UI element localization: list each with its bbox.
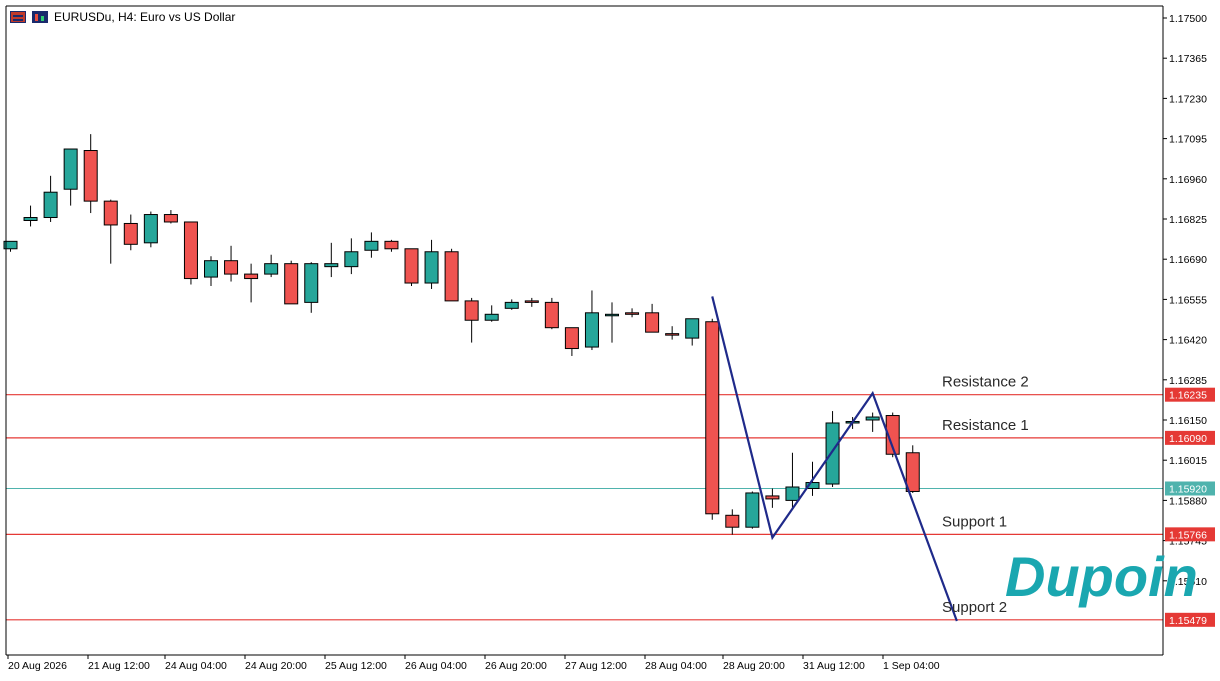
- candle-body: [725, 514, 740, 528]
- level-price-tag-0-text: 1.16235: [1169, 390, 1207, 402]
- candle-body: [103, 200, 118, 226]
- y-tick-label: 1.17230: [1169, 93, 1207, 105]
- y-tick-label: 1.17095: [1169, 134, 1207, 146]
- y-tick-label: 1.15880: [1169, 495, 1207, 507]
- candle-body: [685, 318, 700, 339]
- chart-area[interactable]: Resistance 2 Resistance 1 Support 1 Support…: [0, 0, 1220, 676]
- x-tick-label: 21 Aug 12:00: [88, 660, 150, 672]
- candle[interactable]: [404, 248, 419, 286]
- candle-body: [43, 191, 58, 219]
- candlestick-chart[interactable]: Resistance 2 Resistance 1 Support 1 Support…: [0, 0, 1220, 676]
- chart-menu-icon[interactable]: [10, 11, 26, 23]
- y-tick-label: 1.16690: [1169, 254, 1207, 266]
- candle[interactable]: [284, 260, 299, 305]
- candle-body: [484, 313, 499, 321]
- candle[interactable]: [544, 297, 559, 330]
- y-tick-label: 1.16555: [1169, 294, 1207, 306]
- x-tick-label: 28 Aug 20:00: [723, 660, 785, 672]
- candle-body: [645, 312, 660, 333]
- candle-body: [364, 240, 379, 251]
- candle-body: [765, 495, 780, 500]
- candle[interactable]: [745, 491, 760, 529]
- current-price-tag: 1.15920: [1165, 481, 1215, 496]
- x-tick-label: 26 Aug 04:00: [405, 660, 467, 672]
- candle[interactable]: [905, 445, 920, 493]
- candle-body: [204, 260, 218, 278]
- x-tick-label: 1 Sep 04:00: [883, 660, 940, 672]
- level-label-0: Resistance 2: [942, 374, 1029, 391]
- x-tick-label: 25 Aug 12:00: [325, 660, 387, 672]
- candle[interactable]: [705, 318, 720, 520]
- level-price-tag-3: 1.15479: [1165, 612, 1215, 627]
- candle-body: [224, 260, 239, 275]
- candle-body: [123, 222, 138, 245]
- level-price-tag-2-text: 1.15766: [1169, 529, 1207, 541]
- candle[interactable]: [183, 221, 198, 285]
- level-price-tag-1-text: 1.16090: [1169, 433, 1207, 445]
- candle-body: [605, 313, 619, 317]
- y-tick-label: 1.17500: [1169, 13, 1207, 25]
- candle-body: [524, 300, 539, 303]
- candle-body: [625, 312, 640, 315]
- candle-body: [705, 321, 720, 515]
- candle-body: [83, 150, 98, 202]
- candle-body: [564, 327, 579, 350]
- candle-body: [244, 273, 259, 280]
- level-price-tag-1: 1.16090: [1165, 430, 1215, 445]
- candle-body: [865, 416, 880, 421]
- candle-body: [905, 452, 920, 492]
- candle-body: [284, 263, 299, 305]
- candle-body: [825, 422, 840, 485]
- y-tick-label: 1.17365: [1169, 53, 1207, 65]
- candle-body: [304, 263, 319, 303]
- y-tick-label: 1.16825: [1169, 214, 1207, 226]
- level-price-tag-0: 1.16235: [1165, 387, 1215, 402]
- candle-body: [183, 221, 198, 280]
- candle-body: [344, 251, 359, 268]
- candle-body: [63, 148, 78, 190]
- chart-title-bar: EURUSDu, H4: Euro vs US Dollar: [10, 8, 235, 26]
- y-tick-label: 1.16015: [1169, 455, 1207, 467]
- candle-body: [264, 263, 279, 275]
- candle-body: [23, 217, 38, 221]
- y-tick-label: 1.16960: [1169, 174, 1207, 186]
- dupoin-logo: Dupoin: [1005, 545, 1198, 608]
- x-tick-label: 26 Aug 20:00: [485, 660, 547, 672]
- y-tick-label: 1.16420: [1169, 335, 1207, 347]
- level-label-1: Resistance 1: [942, 417, 1029, 434]
- candle[interactable]: [143, 211, 158, 248]
- candle-body: [384, 240, 399, 250]
- price-axis: 1.17500 1.17365 1.17230 1.17095 1.16960 1.168…: [1163, 13, 1207, 588]
- candle-body: [504, 301, 519, 309]
- y-tick-label: 1.16285: [1169, 375, 1207, 387]
- candle[interactable]: [444, 248, 459, 302]
- candle-body: [143, 214, 158, 244]
- logo-text: Dupoin: [1005, 545, 1198, 608]
- candle-body: [785, 486, 800, 501]
- symbol-title: EURUSDu, H4: Euro vs US Dollar: [54, 10, 236, 24]
- x-tick-label: 20 Aug 2026: [8, 660, 67, 672]
- level-label-2: Support 1: [942, 513, 1007, 530]
- x-tick-label: 27 Aug 12:00: [565, 660, 627, 672]
- x-tick-label: 24 Aug 20:00: [245, 660, 307, 672]
- x-tick-label: 24 Aug 04:00: [165, 660, 227, 672]
- candle-body: [424, 251, 439, 284]
- chart-type-icon[interactable]: [32, 11, 48, 23]
- candle-body: [324, 263, 339, 268]
- level-label-3: Support 2: [942, 599, 1007, 616]
- candle-body: [163, 214, 178, 223]
- current-price-tag-text: 1.15920: [1169, 483, 1207, 495]
- x-tick-label: 28 Aug 04:00: [645, 660, 707, 672]
- candle-body: [444, 251, 459, 302]
- level-price-tag-2: 1.15766: [1165, 527, 1215, 542]
- level-price-tag-3-text: 1.15479: [1169, 615, 1207, 627]
- x-tick-label: 31 Aug 12:00: [803, 660, 865, 672]
- candle-body: [404, 248, 419, 284]
- candle-body: [665, 333, 680, 336]
- candle-body: [464, 300, 479, 321]
- candle-body: [584, 312, 599, 348]
- candle-body: [745, 492, 760, 528]
- y-tick-label: 1.16150: [1169, 415, 1207, 427]
- candle-body: [544, 301, 559, 329]
